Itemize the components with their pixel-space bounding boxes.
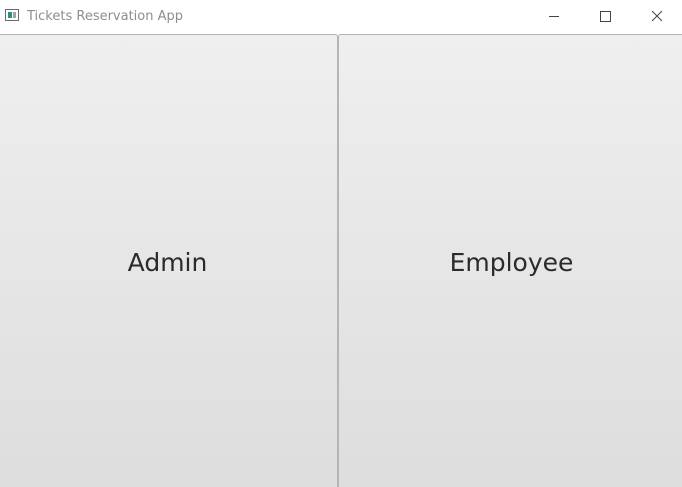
maximize-button[interactable] [582,0,628,32]
employee-button[interactable]: Employee [338,34,682,487]
close-button[interactable] [634,0,680,32]
app-icon [5,9,19,21]
admin-button[interactable]: Admin [0,34,338,487]
minimize-button[interactable] [530,0,576,32]
window-title: Tickets Reservation App [27,9,184,24]
main-content: Admin Employee [0,34,682,487]
title-bar[interactable]: Tickets Reservation App [0,0,682,34]
close-icon [651,10,663,22]
minimize-icon [549,16,559,17]
app-window: Tickets Reservation App Admin Employee [0,0,682,487]
employee-button-label: Employee [449,247,574,277]
admin-button-label: Admin [127,247,208,277]
maximize-icon [600,11,611,22]
